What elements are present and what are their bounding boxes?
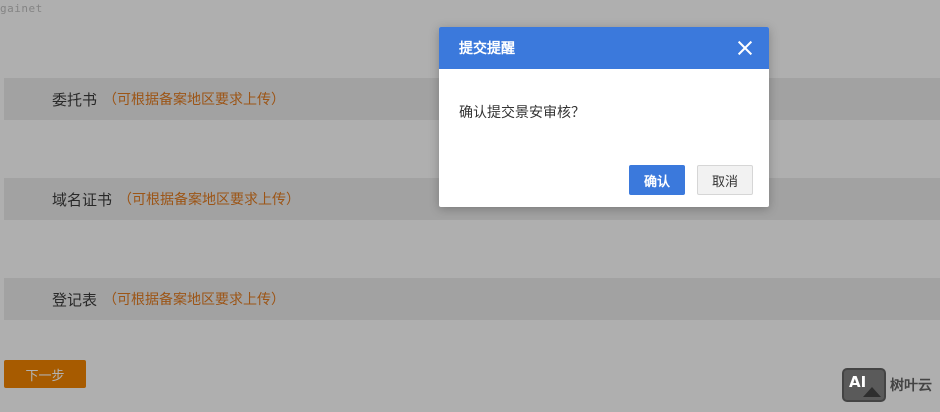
cancel-button[interactable]: 取消 — [697, 165, 753, 195]
dialog-footer: 确认 取消 — [439, 165, 769, 195]
submit-confirm-dialog: 提交提醒 确认提交景安审核？ 确认 取消 — [439, 27, 769, 207]
brand-watermark: AI 树叶云 — [842, 368, 932, 402]
dialog-message: 确认提交景安审核？ — [459, 105, 585, 121]
dialog-title: 提交提醒 — [459, 41, 515, 57]
brand-logo-icon: AI — [842, 368, 886, 402]
close-icon[interactable] — [737, 40, 753, 56]
confirm-button[interactable]: 确认 — [629, 165, 685, 195]
dialog-header: 提交提醒 — [439, 27, 769, 69]
brand-logo-text: AI — [849, 373, 867, 391]
dialog-body: 确认提交景安审核？ — [439, 69, 769, 165]
brand-name: 树叶云 — [890, 378, 932, 394]
